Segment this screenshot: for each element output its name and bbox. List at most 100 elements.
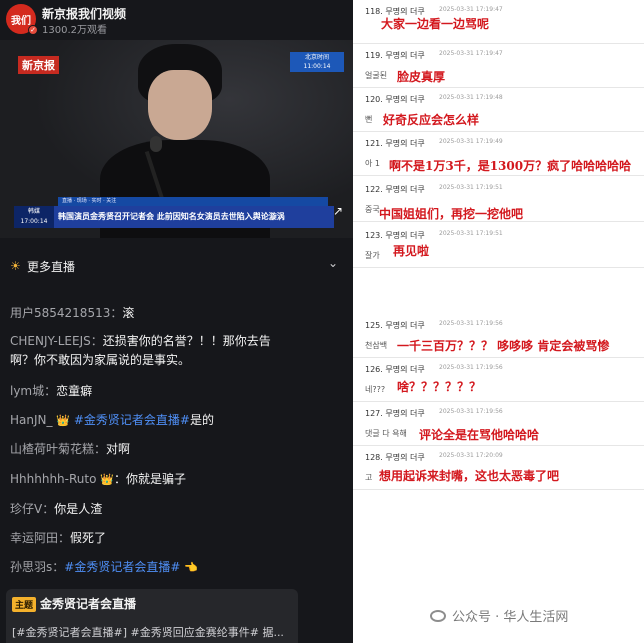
comment-item: 珍仔V：你是人渣 (10, 500, 102, 519)
comment-number-author: 122. 무명의 더쿠 (365, 185, 425, 194)
comment-translation: 好奇反应会怎么样 (383, 113, 480, 127)
forum-comment-row: 122. 무명의 더쿠 2025-03-31 17:19:51 중국 中国姐姐们… (353, 178, 644, 222)
chevron-down-icon[interactable]: ⌄ (328, 256, 338, 270)
comment-text: 还损害你的名誉？！！那你去告 (102, 334, 271, 348)
comment-date: 2025-03-31 17:19:56 (439, 408, 503, 415)
comment-translation: 一千三百万？？？ 哆哆哆 肯定会被骂惨 (397, 339, 610, 353)
comment-translation: 脸皮真厚 (397, 70, 446, 84)
lower-third-source: 韩媒 (27, 208, 40, 215)
pointing-hand-icon: 👈 (184, 561, 198, 574)
live-topic-card[interactable]: 主题 金秀贤记者会直播 [#金秀贤记者会直播#] #金秀贤回应金赛纶事件# 据.… (6, 589, 298, 643)
lower-third-strip: 直播 · 现场 · 实时 · 关注 (58, 197, 328, 206)
comment-user[interactable]: lym城： (10, 384, 56, 398)
comment-date: 2025-03-31 17:19:47 (439, 50, 503, 57)
comment-original-text: 댓글 다 욕해 (365, 429, 407, 438)
crown-icon: 👑 (100, 473, 114, 486)
comment-translation: 中国姐姐们，再挖一挖他吧 (379, 207, 524, 221)
more-live-toggle[interactable]: ☀ 更多直播 ⌄ (10, 256, 344, 276)
comment-translation: 评论全是在骂他哈哈哈 (419, 428, 540, 442)
comment-number-author: 121. 무명의 더쿠 (365, 139, 425, 148)
forum-comment-row: 118. 무명의 더쿠 2025-03-31 17:19:47 大家一边看一边骂… (353, 0, 644, 44)
channel-name[interactable]: 新京报我们视频 (42, 5, 126, 22)
comment-user[interactable]: 幸运阿田： (10, 531, 70, 545)
video-player[interactable]: 新京报 北京时间 11:00:14 直播 · 现场 · 实时 · 关注 韩媒 1… (0, 40, 353, 238)
comment-original-text: 천삼백 (365, 341, 388, 350)
verified-icon: ✓ (28, 25, 38, 35)
wechat-icon (430, 610, 446, 622)
comment-item-continued: 啊？你不敢因为家属说的是事实。 (10, 351, 190, 370)
comment-original-text: 얼굴된 (365, 71, 388, 80)
comment-date: 2025-03-31 17:19:51 (439, 184, 503, 191)
sun-icon: ☀ (10, 259, 21, 273)
comment-text: 啊？你不敢因为家属说的是事实。 (10, 353, 191, 367)
comment-user[interactable]: 珍仔V： (10, 502, 54, 516)
channel-header[interactable]: 我们 ✓ 新京报我们视频 1300.2万观看 (6, 4, 346, 36)
comment-user[interactable]: HanJN_ (10, 413, 53, 427)
comment-text: 恋童癖 (56, 384, 93, 398)
forum-comment-row: 119. 무명의 더쿠 2025-03-31 17:19:47 얼굴된 脸皮真厚 (353, 44, 644, 88)
comment-date: 2025-03-31 17:19:48 (439, 94, 503, 101)
comment-date: 2025-03-31 17:19:47 (439, 6, 503, 13)
comment-number-author: 123. 무명의 더쿠 (365, 231, 425, 240)
comment-translation: 大家一边看一边骂呢 (381, 17, 490, 31)
wechat-watermark: 公众号 · 华人生活网 (430, 606, 568, 626)
comment-original-text: 네??? (365, 385, 386, 394)
comment-translation: 啊不是1万3千，是1300万？疯了哈哈哈哈哈 (389, 159, 632, 173)
comment-translation: 啥？？？？？？ (397, 380, 482, 394)
crown-icon: 👑 (56, 414, 71, 427)
comment-item: 山楂荷叶菊花糕：对啊 (10, 440, 130, 459)
comment-item: 孙思羽s：#金秀贤记者会直播# 👈 (10, 558, 198, 577)
comment-user[interactable]: 用户5854218513： (10, 306, 122, 320)
comment-item: lym城：恋童癖 (10, 382, 92, 401)
comment-original-text: 고 (365, 473, 373, 482)
lower-third-headline: 韩国演员金秀贤召开记者会 此前因知名女演员去世陷入舆论漩涡 (58, 212, 285, 221)
comment-translation: 想用起诉来封嘴，这也太恶毒了吧 (379, 469, 560, 483)
forum-comment-row: 120. 무명의 더쿠 2025-03-31 17:19:48 뻔 好奇反应会怎… (353, 88, 644, 132)
comment-item: 用户5854218513：滚 (10, 304, 134, 323)
forum-comment-panel: 118. 무명의 더쿠 2025-03-31 17:19:47 大家一边看一边骂… (353, 0, 644, 643)
comment-user[interactable]: 山楂荷叶菊花糕： (10, 442, 106, 456)
broadcaster-logo: 新京报 (18, 56, 59, 74)
comment-original-text: 뻔 (365, 115, 373, 124)
comment-original-text: 아 1 (365, 159, 380, 168)
topic-badge: 主题 (12, 597, 37, 612)
topic-title: 金秀贤记者会直播 (40, 597, 137, 611)
comment-text: ：你就是骗子 (113, 472, 186, 486)
comment-number-author: 128. 무명의 더쿠 (365, 453, 425, 462)
comment-date: 2025-03-31 17:19:49 (439, 138, 503, 145)
logo-text: 我们 (11, 15, 31, 27)
comment-item: 幸运阿田：假死了 (10, 529, 106, 548)
channel-avatar[interactable]: 我们 ✓ (6, 4, 38, 35)
comment-user[interactable]: CHENJY-LEEJS： (10, 334, 103, 348)
lower-third-tag: 韩媒 17:00:14 (14, 206, 54, 228)
comment-text: 滚 (122, 306, 135, 320)
comment-text: 假死了 (70, 531, 107, 545)
forum-comment-row: 126. 무명의 더쿠 2025-03-31 17:19:56 네??? 啥？？… (353, 358, 644, 402)
forum-comment-row: 125. 무명의 더쿠 2025-03-31 17:19:56 천삼백 一千三百… (353, 314, 644, 358)
forum-comment-row: 121. 무명의 더쿠 2025-03-31 17:19:49 아 1 啊不是1… (353, 132, 644, 176)
watermark-text: 公众号 · 华人生活网 (452, 610, 569, 625)
comment-number-author: 119. 무명의 더쿠 (365, 51, 425, 60)
topic-summary: [#金秀贤记者会直播#] #金秀贤回应金赛纶事件# 据... (12, 626, 284, 639)
comment-text: 你是人渣 (54, 502, 103, 516)
comment-translation: 再见啦 (393, 244, 430, 258)
comment-text: 是的 (189, 413, 214, 427)
comment-number-author: 120. 무명의 더쿠 (365, 95, 425, 104)
comment-number-author: 127. 무명의 더쿠 (365, 409, 425, 418)
forum-comment-row: 128. 무명의 더쿠 2025-03-31 17:20:09 고 想用起诉来封… (353, 446, 644, 490)
comment-original-text: 잘가 (365, 251, 380, 260)
clock-time: 11:00:14 (303, 63, 331, 70)
lower-third-time: 17:00:14 (20, 218, 48, 225)
hashtag-link[interactable]: #金秀贤记者会直播# (74, 413, 190, 427)
forum-comment-row: 127. 무명의 더쿠 2025-03-31 17:19:56 댓글 다 욕해 … (353, 402, 644, 446)
blank-area (353, 268, 644, 314)
comment-original-text: 중국 (365, 205, 380, 214)
comment-date: 2025-03-31 17:19:56 (439, 364, 503, 371)
expand-icon[interactable]: ↗ (333, 204, 343, 218)
broadcast-clock: 北京时间 11:00:14 (290, 52, 344, 72)
comment-user[interactable]: 孙思羽s： (10, 560, 64, 574)
comment-number-author: 125. 무명의 더쿠 (365, 321, 425, 330)
comment-user[interactable]: Hhhhhhh-Ruto (10, 472, 96, 486)
hashtag-link[interactable]: #金秀贤记者会直播# (64, 560, 180, 574)
live-stream-panel: 我们 ✓ 新京报我们视频 1300.2万观看 新京报 北京时间 11:00:14… (0, 0, 353, 643)
